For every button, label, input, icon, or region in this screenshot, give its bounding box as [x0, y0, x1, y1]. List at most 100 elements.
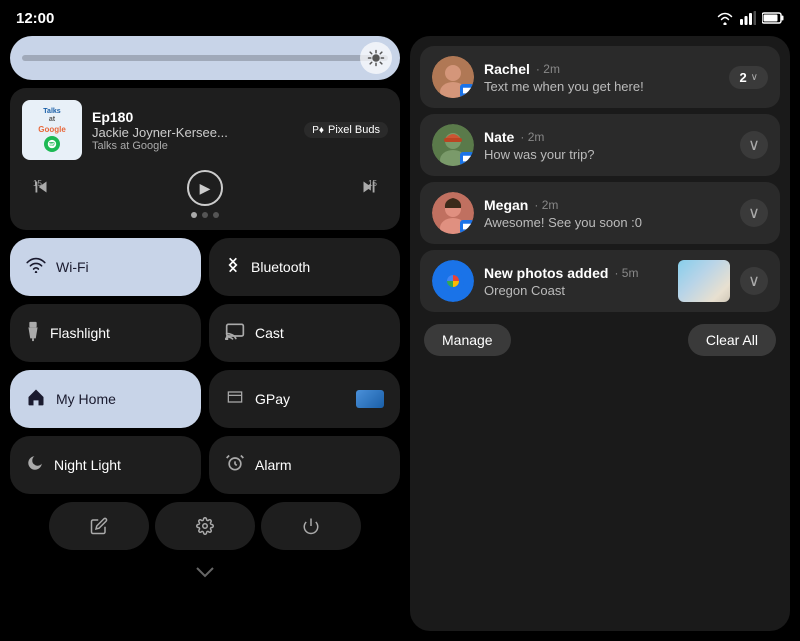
clear-all-button[interactable]: Clear All [688, 324, 776, 356]
pixel-buds-badge: P♦ Pixel Buds [304, 122, 388, 138]
toggle-wifi[interactable]: Wi-Fi [10, 238, 201, 296]
msg-app-badge-megan [460, 220, 474, 234]
notif-header-megan: Megan · 2m [484, 197, 730, 213]
brightness-track [22, 55, 388, 61]
edit-button[interactable] [49, 502, 149, 550]
wifi-status-icon [716, 11, 734, 25]
media-source: Talks at Google [92, 140, 294, 152]
dot-2 [202, 212, 208, 218]
toggle-flashlight[interactable]: Flashlight [10, 304, 201, 362]
cast-label: Cast [255, 325, 284, 341]
media-top: Talks at Google Ep180 Jackie Joyner-Kers… [22, 100, 388, 160]
expand-btn-photos[interactable]: ∨ [740, 267, 768, 295]
power-button[interactable] [261, 502, 361, 550]
signal-icon [740, 11, 756, 25]
status-time: 12:00 [16, 10, 54, 27]
notif-name-photos: New photos added [484, 265, 608, 281]
media-card: Talks at Google Ep180 Jackie Joyner-Kers… [10, 88, 400, 230]
notif-footer: Manage Clear All [420, 320, 780, 356]
nightlight-label: Night Light [54, 457, 121, 473]
pixel-buds-label: Pixel Buds [328, 124, 380, 136]
album-text2: at [49, 116, 55, 124]
notification-panel: Rachel · 2m Text me when you get here! 2… [410, 36, 790, 631]
media-album: Talks at Google [22, 100, 82, 160]
notif-body-rachel: Rachel · 2m Text me when you get here! [484, 61, 719, 94]
toggle-bluetooth[interactable]: Bluetooth [209, 238, 400, 296]
avatar-megan [432, 192, 474, 234]
alarm-icon [225, 453, 245, 478]
notif-time-megan: · 2m [534, 198, 558, 212]
main-area: Talks at Google Ep180 Jackie Joyner-Kers… [0, 36, 800, 641]
bluetooth-label: Bluetooth [251, 259, 310, 275]
expand-chevron-rachel: ∨ [751, 72, 758, 83]
gpay-label: GPay [255, 391, 290, 407]
flashlight-label: Flashlight [50, 325, 110, 341]
media-controls: 15 ▶ 15 [22, 170, 388, 206]
notif-nate[interactable]: Nate · 2m How was your trip? ∨ [420, 114, 780, 176]
avatar-rachel [432, 56, 474, 98]
notif-time-nate: · 2m [520, 130, 544, 144]
status-bar: 12:00 [0, 0, 800, 36]
wifi-icon [26, 257, 46, 278]
gpay-icon [225, 388, 245, 411]
brightness-icon [360, 42, 392, 74]
skip-back-num: 15 [33, 179, 42, 188]
toggle-nightlight[interactable]: Night Light [10, 436, 201, 494]
expand-btn-nate[interactable]: ∨ [740, 131, 768, 159]
album-text3: Google [38, 125, 66, 135]
notif-expand-rachel[interactable]: 2 ∨ [729, 66, 768, 89]
msg-app-badge-rachel [460, 84, 474, 98]
notif-rachel[interactable]: Rachel · 2m Text me when you get here! 2… [420, 46, 780, 108]
notif-name-nate: Nate [484, 129, 514, 145]
status-icons [716, 11, 784, 25]
gpay-card [356, 390, 384, 408]
notif-msg-rachel: Text me when you get here! [484, 79, 719, 94]
manage-button[interactable]: Manage [424, 324, 511, 356]
notif-header-nate: Nate · 2m [484, 129, 730, 145]
wifi-label: Wi-Fi [56, 259, 89, 275]
home-icon [26, 387, 46, 412]
msg-app-badge-nate [460, 152, 474, 166]
avatar-photos [432, 260, 474, 302]
album-text1: Talks [43, 108, 60, 116]
toggle-gpay[interactable]: GPay [209, 370, 400, 428]
toggle-myhome[interactable]: My Home [10, 370, 201, 428]
toggle-cast[interactable]: Cast [209, 304, 400, 362]
notif-name-megan: Megan [484, 197, 528, 213]
avatar-nate [432, 124, 474, 166]
dot-1 [191, 212, 197, 218]
left-panel: Talks at Google Ep180 Jackie Joyner-Kers… [10, 36, 400, 631]
cast-icon [225, 322, 245, 345]
skip-forward-num: 15 [368, 179, 377, 188]
moon-icon [26, 454, 44, 477]
action-bar [10, 502, 400, 550]
notif-time-photos: · 5m [614, 266, 638, 280]
media-dots [22, 212, 388, 218]
expand-count-rachel: 2 [739, 70, 746, 85]
notif-body-nate: Nate · 2m How was your trip? [484, 129, 730, 162]
skip-back-label: 15 [30, 176, 52, 201]
notif-header-photos: New photos added · 5m [484, 265, 668, 281]
media-info: Ep180 Jackie Joyner-Kersee... Talks at G… [92, 109, 294, 152]
notif-msg-nate: How was your trip? [484, 147, 730, 162]
media-title: Jackie Joyner-Kersee... [92, 125, 294, 140]
notif-msg-megan: Awesome! See you soon :0 [484, 215, 730, 230]
notif-body-megan: Megan · 2m Awesome! See you soon :0 [484, 197, 730, 230]
dot-3 [213, 212, 219, 218]
chevron-down[interactable] [10, 558, 400, 587]
play-button[interactable]: ▶ [187, 170, 223, 206]
expand-btn-megan[interactable]: ∨ [740, 199, 768, 227]
toggle-alarm[interactable]: Alarm [209, 436, 400, 494]
flashlight-icon [26, 320, 40, 347]
notif-body-photos: New photos added · 5m Oregon Coast [484, 265, 668, 298]
notif-megan[interactable]: Megan · 2m Awesome! See you soon :0 ∨ [420, 182, 780, 244]
notif-name-rachel: Rachel [484, 61, 530, 77]
notif-header-rachel: Rachel · 2m [484, 61, 719, 77]
media-episode: Ep180 [92, 109, 294, 125]
settings-button[interactable] [155, 502, 255, 550]
alarm-label: Alarm [255, 457, 292, 473]
myhome-label: My Home [56, 391, 116, 407]
toggle-grid: Wi-Fi Bluetooth [10, 238, 400, 494]
brightness-slider[interactable] [10, 36, 400, 80]
notif-photos[interactable]: New photos added · 5m Oregon Coast ∨ [420, 250, 780, 312]
